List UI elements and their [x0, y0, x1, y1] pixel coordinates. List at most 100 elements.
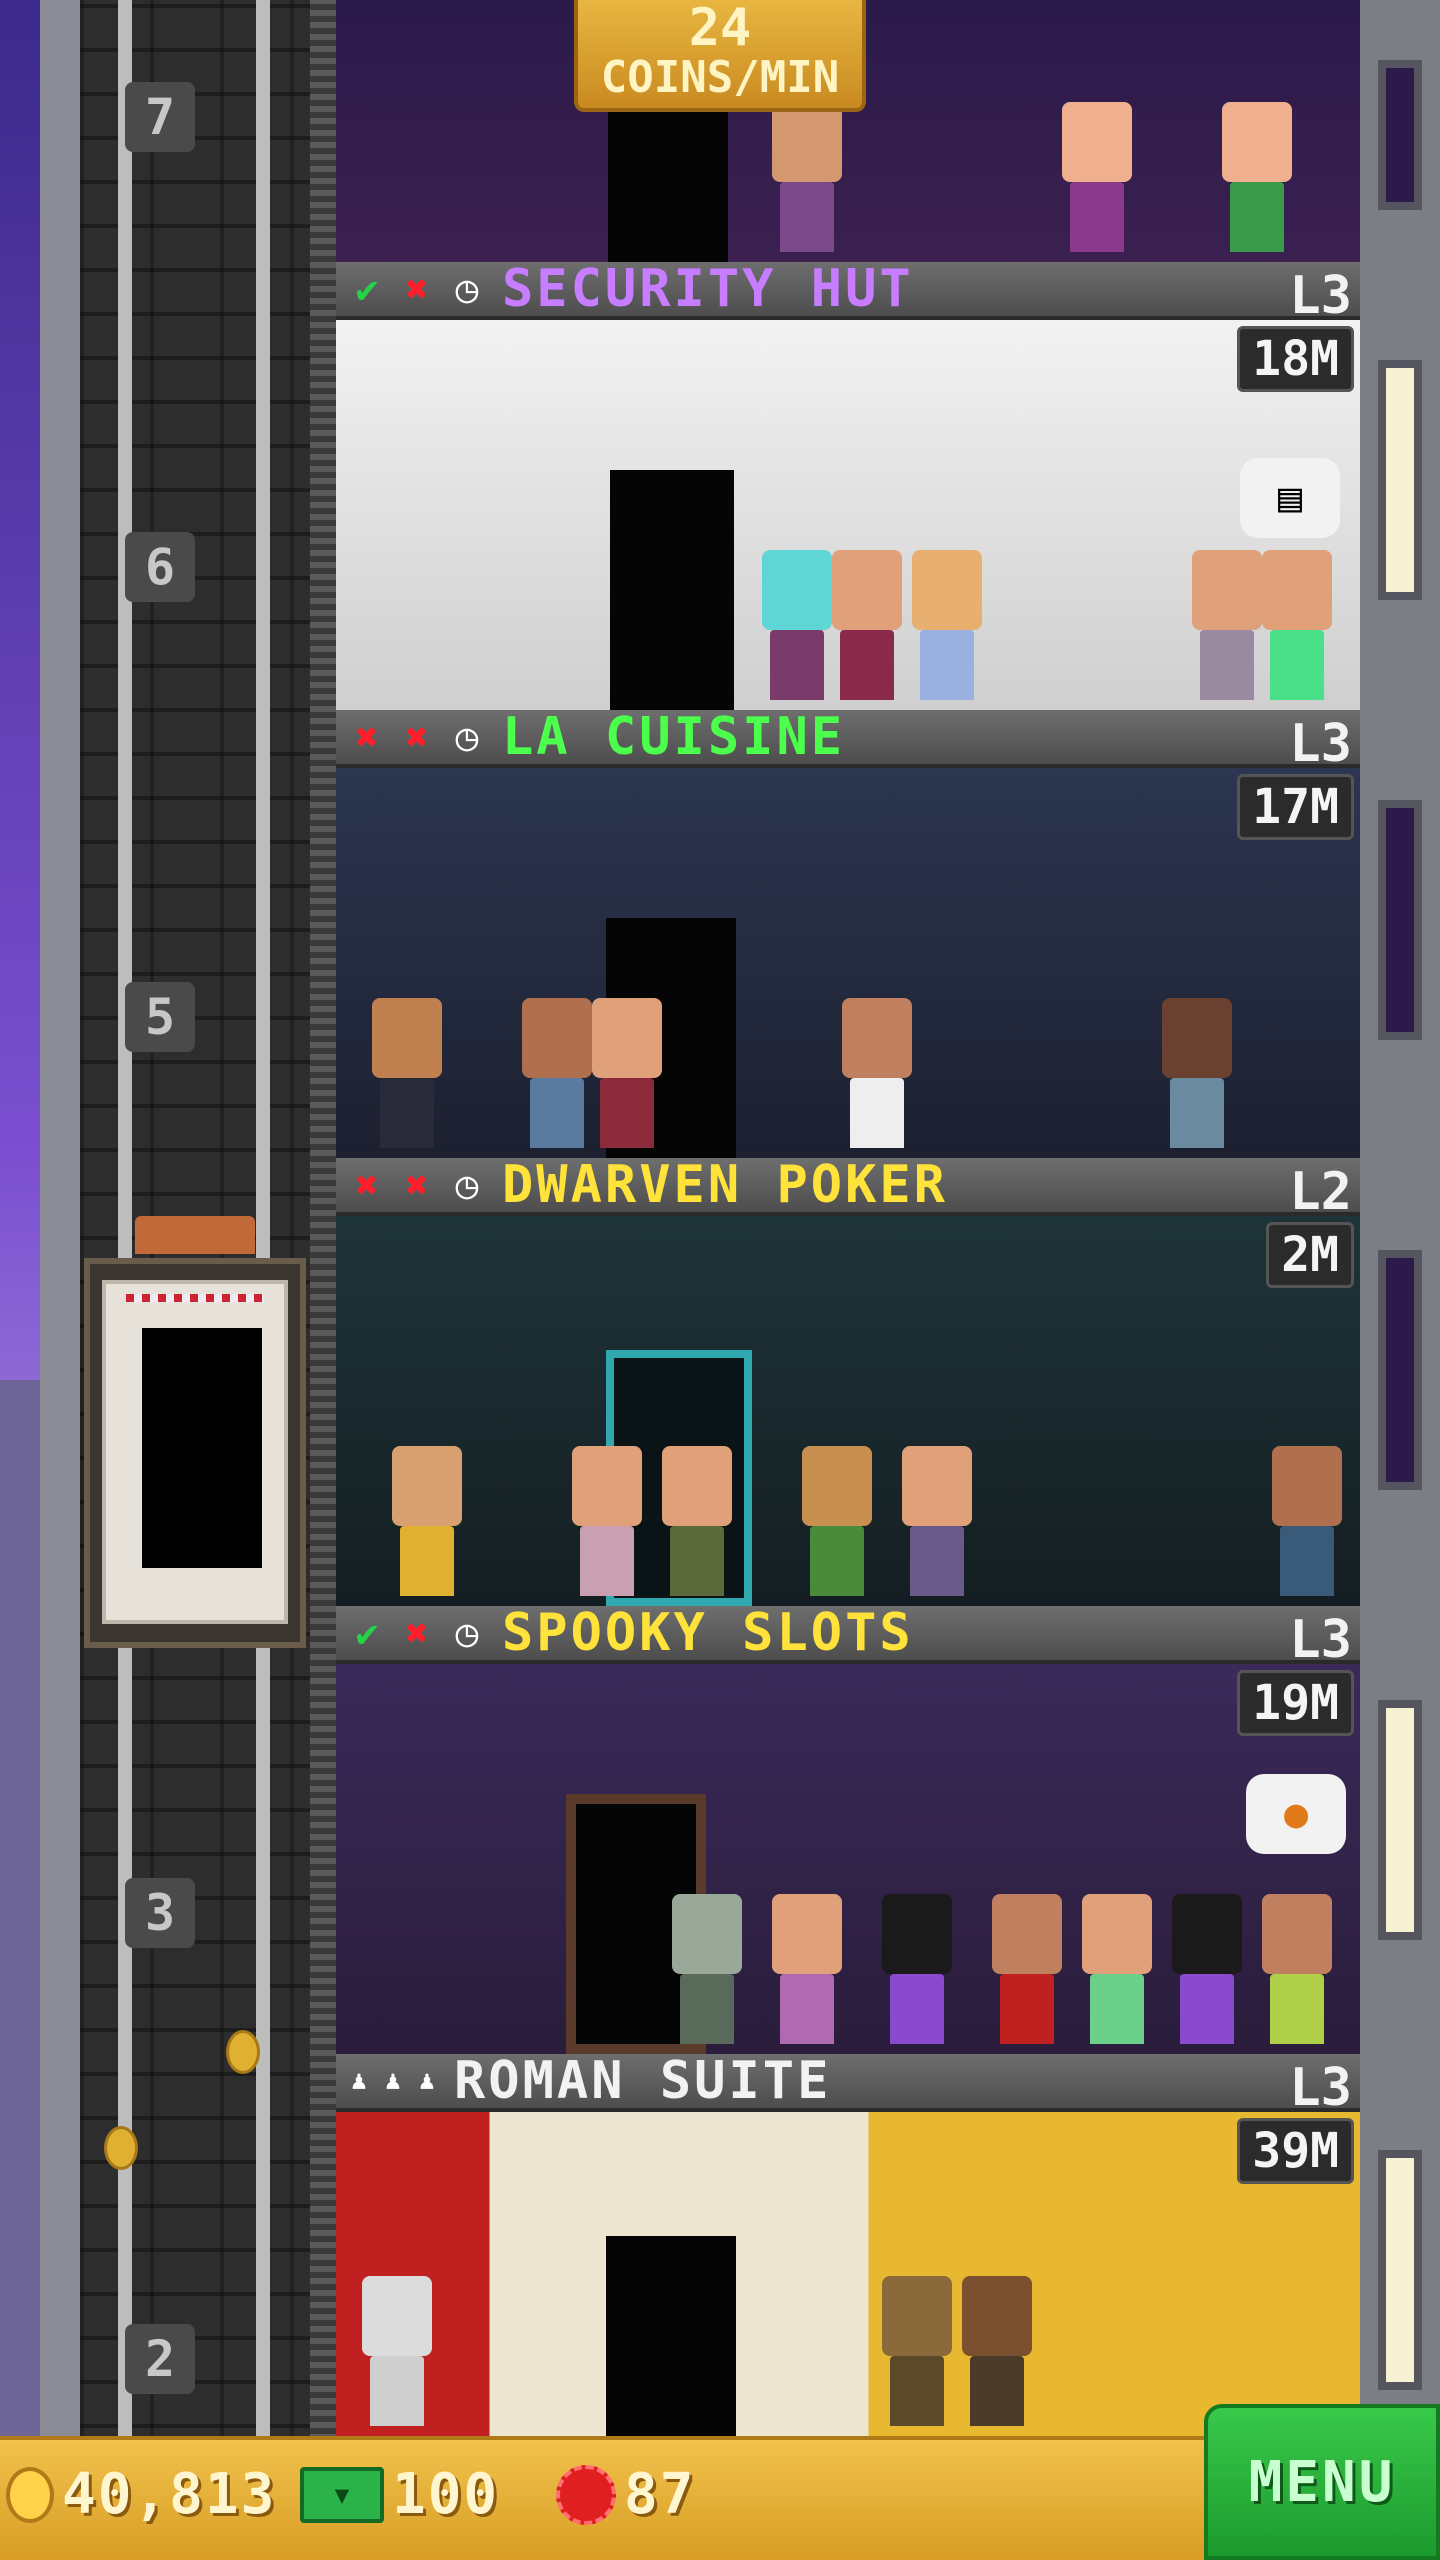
clock-icon: ◷: [455, 267, 479, 311]
floor-roman-suite[interactable]: ♟ ♟ ♟ ROMAN SUITE L3 39M: [336, 2054, 1360, 2436]
stock-status-icons: ✔ ✖ ◷: [344, 1610, 490, 1656]
bitizen[interactable]: [766, 102, 848, 252]
coins-per-minute-badge[interactable]: 24 COINS/MIN: [574, 0, 866, 112]
floor-7-door: [608, 112, 728, 262]
dwarven-poker-scene[interactable]: 2M: [336, 1216, 1360, 1606]
bitizen[interactable]: [1076, 1894, 1158, 2044]
floor-number-3: 3: [125, 1878, 195, 1948]
stock-status-icons: ✖ ✖ ◷: [344, 714, 490, 760]
bitizen[interactable]: [876, 2276, 958, 2426]
floor-name: DWARVEN POKER: [502, 1158, 948, 1215]
bitizen[interactable]: [986, 1894, 1068, 2044]
floor-header[interactable]: ✖ ✖ ◷ DWARVEN POKER L2: [336, 1158, 1360, 1222]
security-hut-scene[interactable]: 18M ▤: [336, 320, 1360, 710]
bitizen[interactable]: [826, 550, 908, 700]
spooky-slots-scene[interactable]: 19M ●: [336, 1664, 1360, 2054]
floor-header[interactable]: ✖ ✖ ◷ LA CUISINE L3: [336, 710, 1360, 774]
bitizen[interactable]: [766, 1894, 848, 2044]
bux-counter[interactable]: ▼ 100: [300, 2462, 499, 2527]
floor-name: SECURITY HUT: [502, 262, 914, 319]
stock-amount: 39M: [1237, 2118, 1354, 2184]
bitizens-value: 87: [624, 2462, 696, 2527]
x-icon: ✖: [355, 715, 379, 759]
tower-bux-icon: ▼: [300, 2466, 384, 2523]
bitizen[interactable]: [1056, 102, 1138, 252]
floor-header[interactable]: ✔ ✖ ◷ SECURITY HUT L3: [336, 262, 1360, 326]
clock-icon: ◷: [455, 1611, 479, 1655]
floor-number-6: 6: [125, 532, 195, 602]
floor-number-5: 5: [125, 982, 195, 1052]
floor-name: SPOOKY SLOTS: [502, 1606, 914, 1663]
elevator-motor: [135, 1216, 255, 1254]
slot-machine[interactable]: [876, 1894, 958, 2044]
bitizen[interactable]: [1256, 1894, 1338, 2044]
bitizen[interactable]: [566, 1446, 648, 1596]
la-cuisine-scene[interactable]: 17M: [336, 768, 1360, 1158]
clock-icon: ◷: [455, 1163, 479, 1207]
elevator-cab[interactable]: [84, 1258, 306, 1648]
floor-name: ROMAN SUITE: [454, 2054, 832, 2111]
floor-door: [610, 470, 734, 710]
coins-counter[interactable]: 40,813: [6, 2462, 276, 2527]
tower-window: [1378, 360, 1422, 600]
zombie-bitizen[interactable]: [666, 1894, 748, 2044]
floor-number-7: 7: [125, 82, 195, 152]
shaft-frame: [40, 0, 80, 2560]
tower-window: [1378, 1250, 1422, 1490]
coin-icon: [6, 2466, 54, 2523]
id-card-icon[interactable]: ▤: [1240, 458, 1340, 538]
floor-dwarven-poker[interactable]: ✖ ✖ ◷ DWARVEN POKER L2 2M: [336, 1158, 1360, 1606]
bitizen[interactable]: [1256, 550, 1338, 700]
tower-window: [1378, 60, 1422, 210]
floor-name: LA CUISINE: [502, 710, 846, 767]
floating-coin-icon[interactable]: [104, 2126, 138, 2170]
floor-spooky-slots[interactable]: ✔ ✖ ◷ SPOOKY SLOTS L3 19M ●: [336, 1606, 1360, 2054]
bitizen[interactable]: [366, 998, 448, 1148]
menu-button[interactable]: MENU: [1204, 2404, 1440, 2560]
floor-security-hut[interactable]: ✔ ✖ ◷ SECURITY HUT L3 18M ▤: [336, 262, 1360, 710]
stock-amount: 17M: [1237, 774, 1354, 840]
x-icon: ✖: [405, 267, 429, 311]
roman-suite-scene[interactable]: 39M: [336, 2112, 1360, 2436]
elevator-cab-trim: [126, 1294, 264, 1302]
floor-header[interactable]: ♟ ♟ ♟ ROMAN SUITE L3: [336, 2054, 1360, 2118]
coins-per-minute-value: 24: [688, 0, 752, 58]
floor-level: L3: [1289, 266, 1352, 326]
x-icon: ✖: [355, 1163, 379, 1207]
stock-amount: 19M: [1237, 1670, 1354, 1736]
dwarf-bitizen[interactable]: [386, 1446, 468, 1596]
chef-bitizen[interactable]: [836, 998, 918, 1148]
stock-amount: 2M: [1266, 1222, 1354, 1288]
bitizen[interactable]: [1156, 998, 1238, 1148]
floor-header[interactable]: ✔ ✖ ◷ SPOOKY SLOTS L3: [336, 1606, 1360, 1670]
x-icon: ✖: [405, 715, 429, 759]
bitizen[interactable]: [656, 1446, 738, 1596]
floor-number-2: 2: [125, 2324, 195, 2394]
bitizen[interactable]: [906, 550, 988, 700]
dwarf-bitizen[interactable]: [1266, 1446, 1348, 1596]
dwarf-bitizen[interactable]: [796, 1446, 878, 1596]
occupancy-icons: ♟ ♟ ♟: [344, 2058, 442, 2104]
tower-window: [1378, 2150, 1422, 2390]
stock-amount: 18M: [1237, 326, 1354, 392]
x-icon: ✖: [405, 1611, 429, 1655]
person-icon: ♟: [385, 2066, 401, 2096]
floating-coin-icon[interactable]: [226, 2030, 260, 2074]
tower-window: [1378, 1700, 1422, 1940]
statue-bitizen[interactable]: [356, 2276, 438, 2426]
pumpkin-icon[interactable]: ●: [1246, 1774, 1346, 1854]
floor-level: L3: [1289, 1610, 1352, 1670]
bitizen[interactable]: [956, 2276, 1038, 2426]
person-icon: ♟: [419, 2066, 435, 2096]
clock-icon: ◷: [455, 715, 479, 759]
bitizen[interactable]: [896, 1446, 978, 1596]
bitizens-counter[interactable]: 87: [556, 2462, 695, 2527]
bitizen[interactable]: [1216, 102, 1298, 252]
bitizen-count-icon: [556, 2464, 616, 2525]
check-icon: ✔: [355, 267, 379, 311]
slot-machine[interactable]: [1166, 1894, 1248, 2044]
floor-la-cuisine[interactable]: ✖ ✖ ◷ LA CUISINE L3 17M: [336, 710, 1360, 1158]
check-icon: ✔: [355, 1611, 379, 1655]
tower-window: [1378, 800, 1422, 1040]
bitizen[interactable]: [586, 998, 668, 1148]
